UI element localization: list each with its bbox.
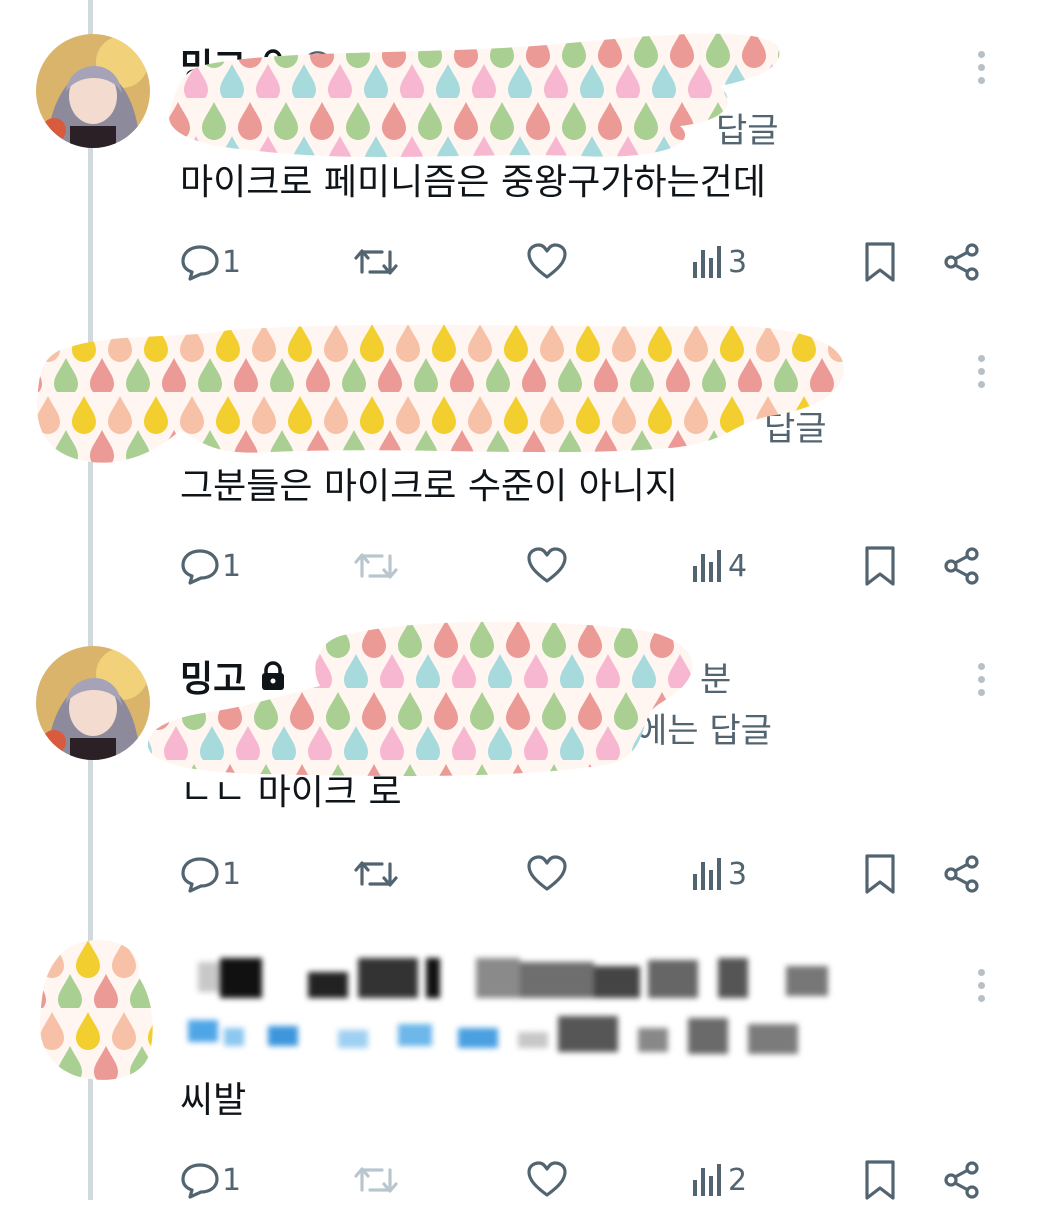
more-options-button[interactable] <box>966 960 996 1010</box>
view-count: 4 <box>728 548 748 584</box>
reply-count: 1 <box>222 244 242 280</box>
like-button[interactable] <box>526 844 568 904</box>
tweet[interactable]: 밍고 @ 답글 마이크로 페미니즘은 중왕구가하는건데 1 3 <box>0 26 1039 316</box>
bookmark-icon <box>862 1159 898 1201</box>
bookmark-icon <box>862 853 898 895</box>
view-count: 3 <box>728 244 748 280</box>
views-button[interactable]: 3 <box>690 844 747 904</box>
retweet-arrows-icon <box>354 1160 398 1200</box>
share-icon <box>942 854 982 894</box>
share-button[interactable] <box>942 536 982 596</box>
reply-button[interactable]: 1 <box>180 536 241 596</box>
view-count: 2 <box>728 1162 748 1198</box>
heart-icon <box>526 242 568 282</box>
retweet-button-disabled <box>354 536 398 596</box>
avatar[interactable] <box>36 646 150 760</box>
bar-chart-icon <box>690 1160 726 1200</box>
pixelated-reply-context <box>188 1010 828 1056</box>
pixelated-name <box>198 958 838 998</box>
share-button[interactable] <box>942 1150 982 1210</box>
censor-mask <box>36 324 845 463</box>
heart-icon <box>526 1160 568 1200</box>
views-button[interactable]: 2 <box>690 1150 747 1210</box>
bookmark-icon <box>862 241 898 283</box>
retweet-arrows-icon <box>354 242 398 282</box>
retweet-arrows-icon <box>354 854 398 894</box>
speech-bubble-icon <box>180 1160 220 1200</box>
heart-icon <box>526 546 568 586</box>
reply-button[interactable]: 1 <box>180 844 241 904</box>
reply-button[interactable]: 1 <box>180 232 241 292</box>
retweet-button[interactable] <box>354 844 398 904</box>
tweet-text: 씨발 <box>180 1080 247 1121</box>
share-icon <box>942 242 982 282</box>
bookmark-button[interactable] <box>862 536 898 596</box>
share-icon <box>942 1160 982 1200</box>
speech-bubble-icon <box>180 546 220 586</box>
tweet[interactable]: 답글 그분들은 마이크로 수준이 아니지 1 4 <box>0 324 1039 620</box>
bar-chart-icon <box>690 242 726 282</box>
share-icon <box>942 546 982 586</box>
retweet-button-disabled <box>354 1150 398 1210</box>
views-button[interactable]: 3 <box>690 232 747 292</box>
bookmark-icon <box>862 545 898 587</box>
reply-count: 1 <box>222 548 242 584</box>
bar-chart-icon <box>690 546 726 586</box>
tweet[interactable]: 밍고 분 에는 답글 ㄴㄴ 마이크 로 1 3 <box>0 621 1039 928</box>
bookmark-button[interactable] <box>862 1150 898 1210</box>
like-button[interactable] <box>526 232 568 292</box>
more-options-button[interactable] <box>966 654 996 704</box>
bar-chart-icon <box>690 854 726 894</box>
censor-mask <box>39 939 153 1080</box>
tweet[interactable]: 씨발 1 2 <box>0 939 1039 1200</box>
heart-icon <box>526 854 568 894</box>
bookmark-button[interactable] <box>862 232 898 292</box>
reply-count: 1 <box>222 1162 242 1198</box>
share-button[interactable] <box>942 844 982 904</box>
reply-count: 1 <box>222 856 242 892</box>
speech-bubble-icon <box>180 854 220 894</box>
more-options-button[interactable] <box>966 42 996 92</box>
retweet-button[interactable] <box>354 232 398 292</box>
reply-button[interactable]: 1 <box>180 1150 241 1210</box>
views-button[interactable]: 4 <box>690 536 747 596</box>
censor-mask <box>147 621 693 776</box>
like-button[interactable] <box>526 1150 568 1210</box>
censor-mask <box>168 33 780 158</box>
more-options-button[interactable] <box>966 346 996 396</box>
share-button[interactable] <box>942 232 982 292</box>
bookmark-button[interactable] <box>862 844 898 904</box>
speech-bubble-icon <box>180 242 220 282</box>
retweet-arrows-icon <box>354 546 398 586</box>
view-count: 3 <box>728 856 748 892</box>
avatar[interactable] <box>36 34 150 148</box>
like-button[interactable] <box>526 536 568 596</box>
